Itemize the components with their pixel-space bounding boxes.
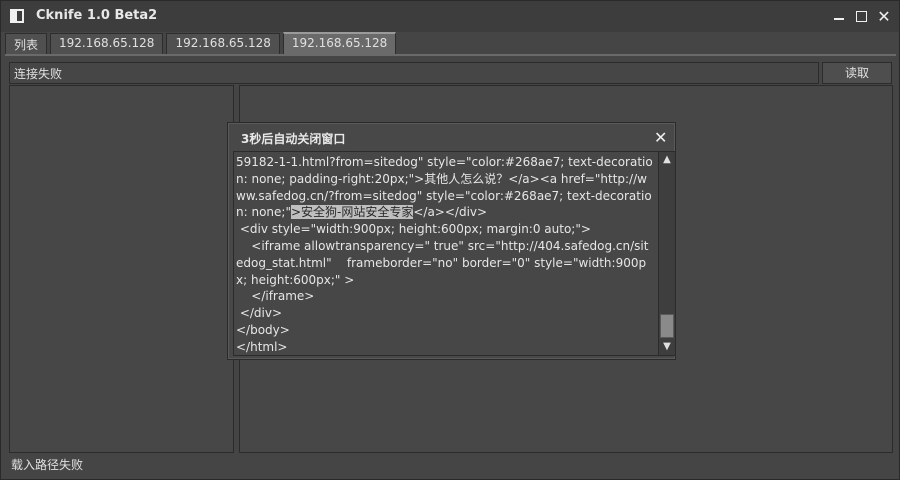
tab-list[interactable]: 列表 [5,33,48,54]
vertical-scrollbar[interactable]: ▲ ▼ [658,152,675,355]
scrollbar-thumb[interactable] [660,314,674,338]
dialog-close-button[interactable]: ✕ [654,128,667,147]
response-text-area[interactable]: 59182-1-1.html?from=sitedog" style="colo… [233,151,676,356]
dialog-title: 3秒后自动关闭窗口 [241,132,346,146]
tab-host-1[interactable]: 192.168.65.128 [50,33,164,54]
tab-bar: 列表 192.168.65.128 192.168.65.128 192.168… [5,32,399,55]
auto-close-dialog: 3秒后自动关闭窗口 ✕ 59182-1-1.html?from=sitedog"… [227,122,676,360]
title-bar[interactable]: Cknife 1.0 Beta2 ✕ [1,1,899,32]
chevron-down-icon[interactable]: ▼ [659,340,675,354]
response-content: 59182-1-1.html?from=sitedog" style="colo… [236,154,654,355]
minimize-icon [834,18,844,20]
tab-host-2[interactable]: 192.168.65.128 [166,33,280,54]
read-button[interactable]: 读取 [822,62,892,84]
response-text-after: </a></div> <div style="width:900px; heig… [236,205,649,354]
app-window-icon [10,9,24,23]
window-title: Cknife 1.0 Beta2 [36,8,158,23]
close-button[interactable]: ✕ [875,7,893,26]
minimize-button[interactable] [830,7,848,25]
tab-strip-divider [5,54,896,56]
chevron-up-icon[interactable]: ▲ [659,153,675,167]
main-window: Cknife 1.0 Beta2 ✕ 列表 192.168.65.128 192… [0,0,900,480]
status-text: 载入路径失败 [11,458,84,472]
maximize-button[interactable] [852,7,870,25]
maximize-icon [855,10,867,22]
tab-host-3[interactable]: 192.168.65.128 [282,32,397,54]
path-input[interactable]: 连接失败 [9,62,819,84]
directory-tree-pane[interactable] [9,85,234,453]
selected-text: >安全狗-网站安全专家 [290,205,414,220]
